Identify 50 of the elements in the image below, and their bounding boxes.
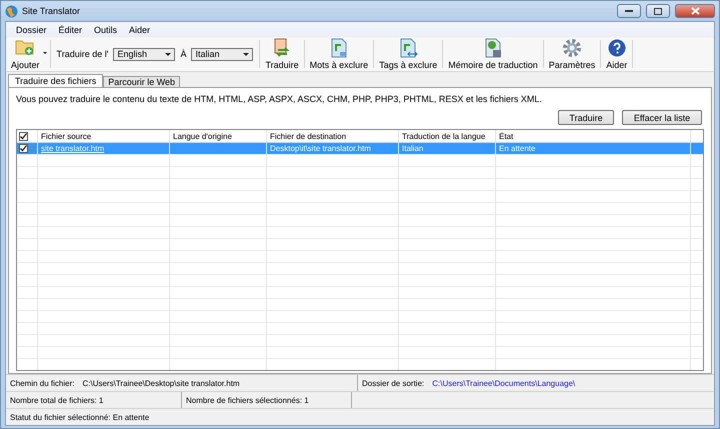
tab[interactable]: Parcourir le Web <box>103 76 180 87</box>
status-label: Dossier de sortie: <box>362 378 424 388</box>
maximize-button[interactable] <box>646 4 670 18</box>
tab[interactable]: Traduire des fichiers <box>8 74 104 87</box>
description-text: Vous pouvez traduire le contenu du texte de HTM, HTML, ASP, ASPX, ASCX, CHM, PHP, PHP3, PHTML, RESX et les fichiers XML. <box>16 94 543 106</box>
globe-icon <box>5 4 18 18</box>
action-button[interactable]: Traduire <box>558 110 614 125</box>
page-arrow-icon <box>328 38 349 58</box>
toolbar-button[interactable]: Mémoire de traduction <box>445 38 541 70</box>
toolbar-button[interactable]: Aider <box>603 38 630 70</box>
file-path: C:\Users\Trainee\Desktop\site translator.htm <box>82 378 240 388</box>
table-cell: En attente <box>499 144 536 153</box>
caret-icon <box>243 52 250 56</box>
column-header[interactable]: Langue d'origine <box>170 130 267 143</box>
status-text: Nombre total de fichiers: 1 <box>10 396 104 404</box>
column-header[interactable]: Traduction de la langue <box>399 130 496 143</box>
column-header[interactable]: État <box>496 130 691 143</box>
column-header[interactable]: Fichier de destination <box>267 130 399 143</box>
checkbox[interactable] <box>19 144 28 153</box>
status-text: Nombre de fichiers sélectionnés: 1 <box>186 396 309 404</box>
close-button[interactable] <box>675 4 715 18</box>
output-folder-link[interactable]: C:\Users\Trainee\Documents\Language\ <box>432 378 576 388</box>
minimize-icon <box>625 10 633 12</box>
minimize-button[interactable] <box>617 4 641 18</box>
close-icon <box>690 7 700 15</box>
toolbar-button[interactable]: Traduire <box>262 38 302 70</box>
menu-item[interactable]: Dossier <box>10 24 53 34</box>
column-header[interactable]: Fichier source <box>38 130 170 143</box>
table-cell: Italian <box>402 144 424 153</box>
toolbar-button[interactable]: Paramètres <box>546 38 598 70</box>
maximize-icon <box>654 8 662 14</box>
source-language-dropdown[interactable]: English <box>113 48 176 60</box>
toolbar-button[interactable]: Mots à exclure <box>306 38 372 70</box>
action-button[interactable]: Effacer la liste <box>622 110 702 125</box>
menu-item[interactable]: Éditer <box>52 24 88 34</box>
to-label: À <box>180 49 186 59</box>
status-text: Statut du fichier sélectionné: En attente <box>10 412 150 422</box>
page-arrows-icon <box>398 38 418 58</box>
caret-icon <box>165 52 172 56</box>
table-cell: Desktop\it\site translator.htm <box>270 144 371 153</box>
globe-icon <box>29 144 35 152</box>
from-label: Traduire de l' <box>56 49 108 59</box>
menu-item[interactable]: Aider <box>123 24 156 34</box>
status-label: Chemin du fichier: <box>10 378 74 388</box>
add-button[interactable]: Ajouter <box>8 38 43 70</box>
menu-item[interactable]: Outils <box>88 24 124 34</box>
toolbar-button[interactable]: Tags à exclure <box>376 38 440 70</box>
checkbox[interactable] <box>19 132 28 140</box>
target-language-dropdown[interactable]: Italian <box>191 48 254 60</box>
window-title: Site Translator <box>22 6 82 16</box>
